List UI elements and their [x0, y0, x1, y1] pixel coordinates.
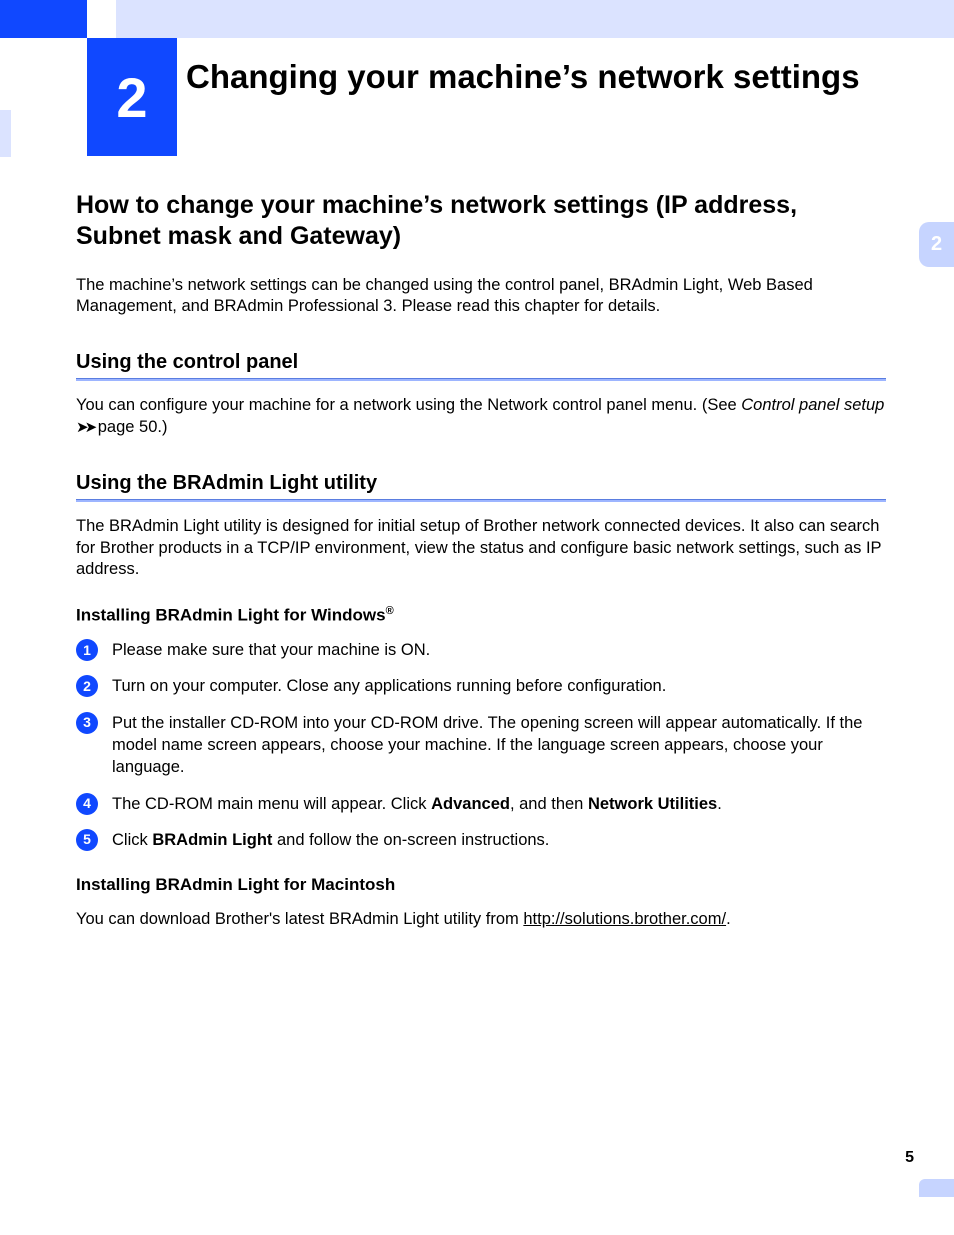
chapter-title: Changing your machine’s network settings — [186, 58, 914, 97]
control-panel-body: You can configure your machine for a net… — [76, 395, 886, 438]
body-text-post: page 50.) — [93, 418, 167, 436]
page-number: 5 — [905, 1149, 914, 1167]
install-win-steps: 1 Please make sure that your machine is … — [76, 639, 886, 851]
minorhead-install-win: Installing BRAdmin Light for Windows® — [76, 605, 886, 626]
list-item: 2 Turn on your computer. Close any appli… — [76, 675, 886, 697]
list-item: 5 Click BRAdmin Light and follow the on-… — [76, 829, 886, 851]
bottom-right-tab — [919, 1179, 954, 1197]
crossref-text: Control panel setup — [741, 396, 884, 414]
content-area: How to change your machine’s network set… — [76, 190, 886, 951]
chapter-number: 2 — [116, 65, 147, 130]
step-number-icon: 4 — [76, 793, 98, 815]
step-number-icon: 1 — [76, 639, 98, 661]
subhead-rule — [76, 499, 886, 502]
top-left-strip — [0, 0, 87, 38]
install-mac-body: You can download Brother's latest BRAdmi… — [76, 909, 886, 930]
subhead-bradmin: Using the BRAdmin Light utility — [76, 472, 886, 495]
arrows-icon: ➤➤ — [76, 419, 93, 436]
side-tab: 2 — [919, 222, 954, 267]
step-bold: BRAdmin Light — [152, 831, 272, 849]
step-text: Turn on your computer. Close any applica… — [112, 677, 666, 695]
step-number-icon: 3 — [76, 712, 98, 734]
bradmin-body: The BRAdmin Light utility is designed fo… — [76, 516, 886, 580]
top-pale-bar — [116, 0, 954, 38]
step-text: The CD-ROM main menu will appear. Click — [112, 795, 431, 813]
step-post: . — [717, 795, 722, 813]
chapter-number-box: 2 — [87, 38, 177, 156]
body-text: You can configure your machine for a net… — [76, 396, 741, 414]
registered-mark: ® — [386, 605, 394, 617]
left-accent-bar — [0, 110, 11, 157]
body-post: . — [726, 910, 731, 928]
step-bold: Network Utilities — [588, 795, 717, 813]
step-bold: Advanced — [431, 795, 510, 813]
section-intro: The machine’s network settings can be ch… — [76, 275, 886, 318]
list-item: 3 Put the installer CD-ROM into your CD-… — [76, 712, 886, 779]
step-text: Put the installer CD-ROM into your CD-RO… — [112, 714, 862, 777]
subhead-rule — [76, 378, 886, 381]
minorhead-install-mac: Installing BRAdmin Light for Macintosh — [76, 875, 886, 895]
list-item: 1 Please make sure that your machine is … — [76, 639, 886, 661]
solutions-link[interactable]: http://solutions.brother.com/ — [523, 910, 726, 928]
heading-text: Installing BRAdmin Light for Windows — [76, 605, 386, 624]
step-mid: , and then — [510, 795, 588, 813]
body-text: You can download Brother's latest BRAdmi… — [76, 910, 523, 928]
step-mid: and follow the on-screen instructions. — [272, 831, 549, 849]
subhead-control-panel: Using the control panel — [76, 351, 886, 374]
section-title: How to change your machine’s network set… — [76, 190, 886, 253]
step-number-icon: 2 — [76, 675, 98, 697]
step-text: Please make sure that your machine is ON… — [112, 641, 430, 659]
side-tab-number: 2 — [931, 233, 942, 256]
list-item: 4 The CD-ROM main menu will appear. Clic… — [76, 793, 886, 815]
step-text: Click — [112, 831, 152, 849]
step-number-icon: 5 — [76, 829, 98, 851]
